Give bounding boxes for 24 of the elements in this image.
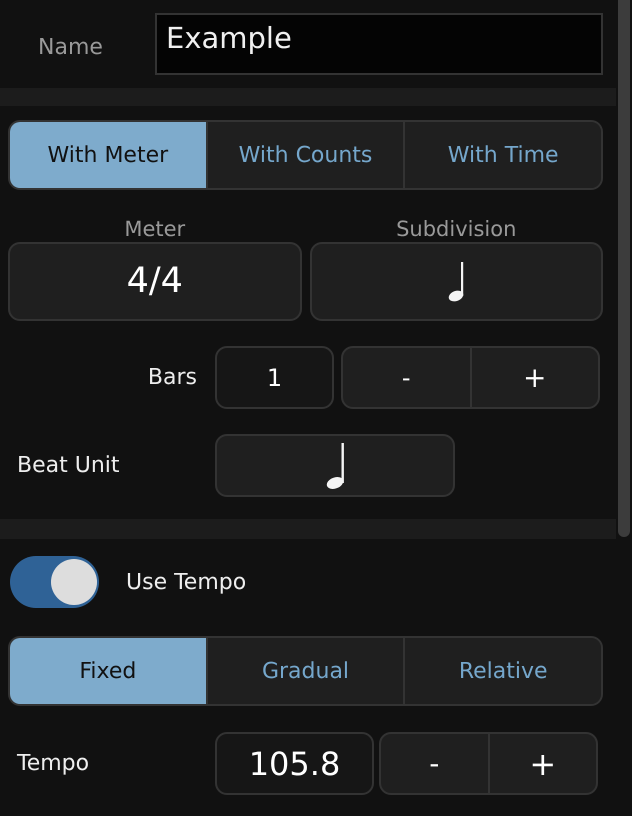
name-field[interactable]: Example bbox=[155, 13, 603, 75]
mode-tab[interactable]: With Meter bbox=[10, 122, 206, 188]
tempo-mode-tab[interactable]: Relative bbox=[403, 638, 601, 704]
quarter-note-icon bbox=[447, 262, 466, 302]
tempo-value: 105.8 bbox=[215, 732, 374, 795]
tempo-mode-tab[interactable]: Fixed bbox=[10, 638, 206, 704]
increment-button[interactable]: + bbox=[472, 348, 598, 407]
bars-label: Bars bbox=[146, 364, 197, 392]
beat-unit-label: Beat Unit bbox=[16, 452, 121, 480]
subdivision-label: Subdivision bbox=[396, 216, 516, 242]
name-label: Name bbox=[38, 34, 104, 62]
mode-tab[interactable]: With Time bbox=[403, 122, 601, 188]
increment-button[interactable]: + bbox=[490, 734, 596, 793]
decrement-button[interactable]: - bbox=[343, 348, 472, 407]
scrollbar-thumb[interactable] bbox=[618, 0, 630, 537]
tempo-label: Tempo bbox=[16, 750, 90, 778]
beat-unit-button[interactable] bbox=[215, 434, 455, 497]
subdivision-button[interactable] bbox=[310, 242, 603, 321]
decrement-button[interactable]: - bbox=[381, 734, 490, 793]
use-tempo-label: Use Tempo bbox=[126, 568, 246, 596]
use-tempo-toggle[interactable] bbox=[10, 556, 99, 608]
meter-button[interactable]: 4/4 bbox=[8, 242, 302, 321]
meter-label: Meter bbox=[124, 216, 186, 242]
bars-value: 1 bbox=[215, 346, 334, 409]
